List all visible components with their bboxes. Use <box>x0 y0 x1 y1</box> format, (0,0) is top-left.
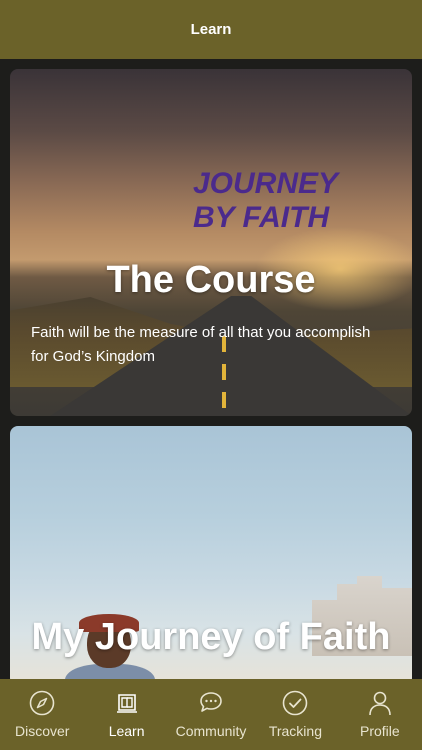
tab-profile[interactable]: Profile <box>338 679 422 750</box>
tab-community[interactable]: Community <box>169 679 253 750</box>
check-badge-icon <box>283 690 308 716</box>
tab-profile-label: Profile <box>359 723 400 739</box>
chat-icon <box>200 692 222 712</box>
journey-card-title: My Journey of Faith <box>31 616 391 658</box>
tab-discover-label: Discover <box>14 723 70 739</box>
user-icon <box>369 691 391 716</box>
tab-tracking[interactable]: Tracking <box>253 679 337 750</box>
journey-by-faith-logo-text: JOURNEY BY FAITH <box>193 167 338 234</box>
compass-icon <box>29 690 55 716</box>
course-card-title: The Course <box>106 259 316 301</box>
tab-community-label: Community <box>175 723 247 739</box>
book-icon <box>116 694 137 713</box>
tab-learn-label: Learn <box>108 723 145 739</box>
journey-card[interactable]: My Journey of Faith <box>10 426 412 686</box>
bottom-tab-bar: Discover Learn Community Tracking Profil… <box>0 679 422 750</box>
tab-tracking-label: Tracking <box>268 723 322 739</box>
page-title: Learn <box>190 21 232 38</box>
tab-discover[interactable]: Discover <box>0 679 84 750</box>
course-card-description: Faith will be the measure of all that yo… <box>31 324 371 365</box>
course-card[interactable]: JOURNEY BY FAITH The Course Faith will b… <box>10 69 412 416</box>
top-bar: Learn <box>0 0 422 59</box>
tab-learn[interactable]: Learn <box>84 679 168 750</box>
